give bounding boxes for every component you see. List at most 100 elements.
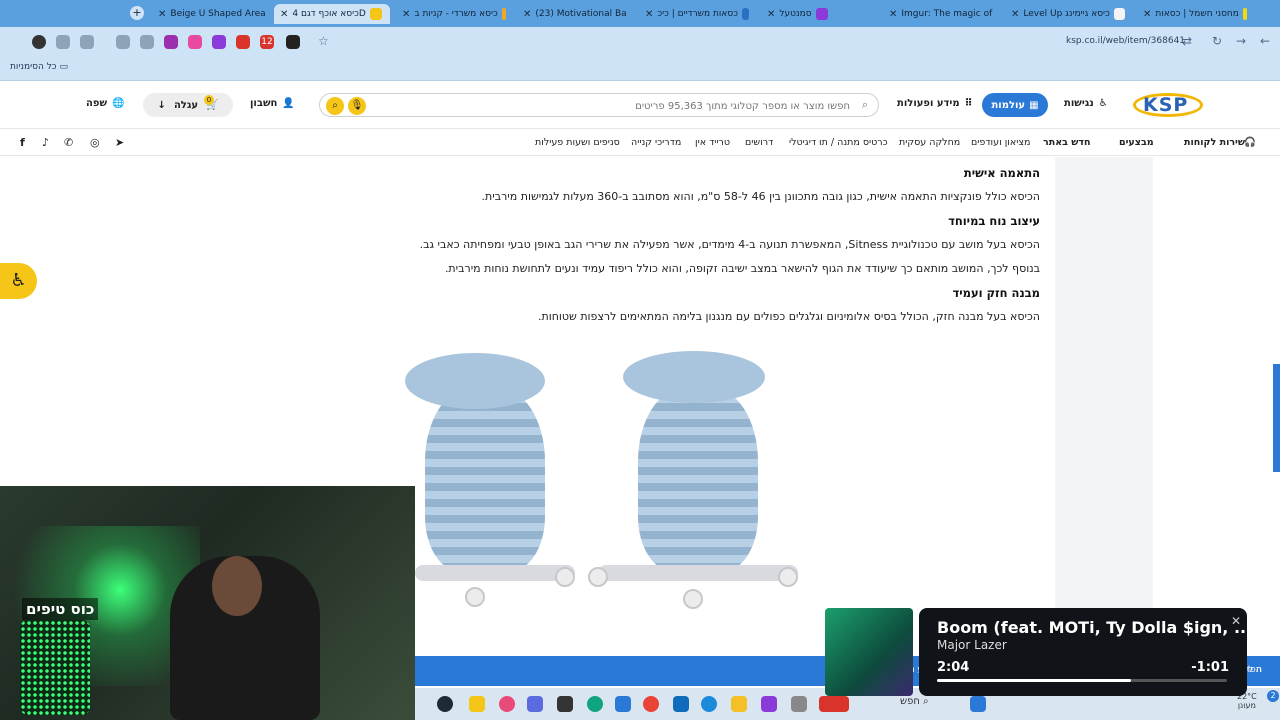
tab-1[interactable]: ✕ כיסא אוכף דגם 4D	[274, 4, 390, 24]
star-icon[interactable]: ☆	[318, 34, 329, 48]
instagram-icon[interactable]: ◎	[90, 136, 100, 149]
close-icon[interactable]: ✕	[645, 9, 653, 20]
sticky-notes-icon[interactable]	[469, 696, 485, 712]
accessibility-link[interactable]: נגישות ♿	[1064, 98, 1108, 109]
download-icon[interactable]	[80, 35, 94, 49]
tab-title: (23) Motivational Ba	[535, 9, 627, 19]
telegram-icon[interactable]: ➤	[115, 136, 124, 149]
search-icon[interactable]: ⌕	[862, 98, 868, 112]
close-icon[interactable]: ✕	[1011, 9, 1019, 20]
edge-icon[interactable]	[701, 696, 717, 712]
app-icon[interactable]	[615, 696, 631, 712]
account-link[interactable]: חשבון 👤	[250, 98, 295, 109]
nav-business[interactable]: מחלקה עסקית	[899, 137, 960, 148]
nav-trade-in[interactable]: טרייד אין	[695, 137, 730, 148]
tab-title: כסאות משרדיים | כיכ	[657, 9, 738, 19]
nav-gift-card[interactable]: כרטיס מתנה / תו דיגיטלי	[789, 137, 888, 148]
app-icon[interactable]	[557, 696, 573, 712]
close-icon[interactable]: ✕	[1143, 9, 1151, 20]
back-icon[interactable]: ←	[1260, 34, 1270, 48]
taskbar-search[interactable]: חפש ⌕	[900, 696, 929, 707]
tab-3[interactable]: ✕ (23) Motivational Ba	[517, 4, 633, 24]
chevron-down-icon: ↓	[157, 99, 166, 111]
tab-6[interactable]: ✕ Imgur: The magic of	[883, 4, 999, 24]
cookie-edge-text: הפר	[1245, 665, 1262, 675]
dots-grid-icon: ⠿	[964, 98, 973, 109]
app-icon[interactable]	[791, 696, 807, 712]
nav-branches[interactable]: סניפים ושעות פעילות	[535, 137, 620, 148]
chatgpt-icon[interactable]	[587, 696, 603, 712]
media-player: Boom (feat. MOTi, Ty Dolla $ign, ... Maj…	[825, 608, 1252, 696]
notification-badge[interactable]: 2	[1267, 690, 1279, 702]
tab-0[interactable]: ✕ Beige U Shaped Area	[152, 4, 268, 24]
chrome-icon[interactable]	[643, 696, 659, 712]
close-icon[interactable]: ✕	[767, 9, 775, 20]
nav-sales[interactable]: מבצעים	[1119, 137, 1154, 148]
close-icon[interactable]: ✕	[280, 9, 288, 20]
nav-buying-guides[interactable]: מדריכי קנייה	[631, 137, 681, 148]
address-bar[interactable]: ksp.co.il/web/item/368641	[1066, 36, 1185, 46]
forward-icon[interactable]: →	[1236, 34, 1246, 48]
extension-icon[interactable]	[56, 35, 70, 49]
close-icon[interactable]: ✕	[1231, 614, 1241, 628]
app-icon[interactable]	[527, 696, 543, 712]
catalog-button[interactable]: עולמות ▦	[982, 93, 1048, 117]
tab-7[interactable]: ✕ Level Up כיסא גיימינג	[1005, 4, 1131, 24]
nav-jobs[interactable]: דרושים	[745, 137, 773, 148]
info-menu[interactable]: מידע ופעולות ⠿	[897, 98, 972, 109]
copilot-icon[interactable]	[761, 696, 777, 712]
file-explorer-icon[interactable]	[731, 696, 747, 712]
windows-start-icon[interactable]	[970, 696, 986, 712]
close-icon[interactable]: ✕	[402, 9, 410, 20]
reload-icon[interactable]: ↻	[1212, 34, 1222, 48]
nav-outlet[interactable]: מציאון ועודפים	[971, 137, 1030, 148]
whatsapp-icon[interactable]: ✆	[64, 136, 73, 149]
cart-button[interactable]: ↓ עגלה 🛒	[143, 93, 233, 117]
search-bar[interactable]: ⌕ 🎙 ⌕	[319, 93, 879, 117]
extension-icon[interactable]	[188, 35, 202, 49]
page-icon	[1113, 8, 1125, 20]
extension-badge-icon[interactable]: 12	[260, 35, 274, 49]
language-link[interactable]: שפה 🌐	[86, 98, 124, 109]
tab-4[interactable]: ✕ כסאות משרדיים | כיכ	[639, 4, 755, 24]
extension-icon[interactable]	[140, 35, 154, 49]
facebook-icon[interactable]: f	[20, 136, 25, 149]
search-input[interactable]	[370, 98, 850, 114]
nav-new[interactable]: חדש באתר	[1043, 137, 1091, 148]
app-icon[interactable]	[499, 696, 515, 712]
share-icon[interactable]: ⇄	[1182, 34, 1192, 48]
all-bookmarks-link[interactable]: כל הסימניות ▭	[10, 62, 68, 72]
tip-jar-label: כוס טיפים	[22, 598, 99, 620]
media-panel: Boom (feat. MOTi, Ty Dolla $ign, ... Maj…	[919, 608, 1252, 696]
extension-icon[interactable]	[116, 35, 130, 49]
nav-customer-service[interactable]: שירות לקוחות	[1184, 137, 1245, 148]
extension-icon[interactable]	[286, 35, 300, 49]
extension-icon[interactable]	[212, 35, 226, 49]
paragraph: הכיסא כולל פונקציות התאמה אישית, כגון גו…	[481, 190, 1040, 203]
album-art	[825, 608, 913, 696]
clock-icon	[742, 8, 749, 20]
close-icon[interactable]: ✕	[523, 9, 531, 20]
tiktok-icon[interactable]: ♪	[42, 136, 49, 149]
microphone-icon[interactable]: 🎙	[348, 97, 366, 115]
store-icon[interactable]	[673, 696, 689, 712]
progress-track[interactable]	[937, 679, 1227, 682]
tab-5[interactable]: ✕ סמנטעל	[761, 4, 877, 24]
extension-icon[interactable]	[164, 35, 178, 49]
accessibility-widget-button[interactable]: ♿	[0, 263, 37, 299]
site-icon	[815, 8, 828, 20]
ksp-logo[interactable]: KSP	[1133, 92, 1203, 118]
close-icon[interactable]: ✕	[889, 9, 897, 20]
search-submit-icon[interactable]: ⌕	[326, 97, 344, 115]
close-icon[interactable]: ✕	[158, 9, 166, 20]
tab-title: מחסני חשמל | כסאות	[1155, 9, 1239, 19]
new-tab-button[interactable]: +	[130, 6, 144, 20]
page-scrollbar[interactable]	[1273, 364, 1280, 472]
tab-8[interactable]: ✕ מחסני חשמל | כסאות	[1137, 4, 1253, 24]
avatar[interactable]	[32, 35, 46, 49]
paragraph: הכיסא בעל מושב עם טכנולוגיית Sitness, המ…	[419, 238, 1040, 251]
obs-icon[interactable]	[437, 696, 453, 712]
app-icon[interactable]	[819, 696, 849, 712]
extension-icon[interactable]	[236, 35, 250, 49]
tab-2[interactable]: ✕ כיסא משרדי - קניות ב	[396, 4, 512, 24]
